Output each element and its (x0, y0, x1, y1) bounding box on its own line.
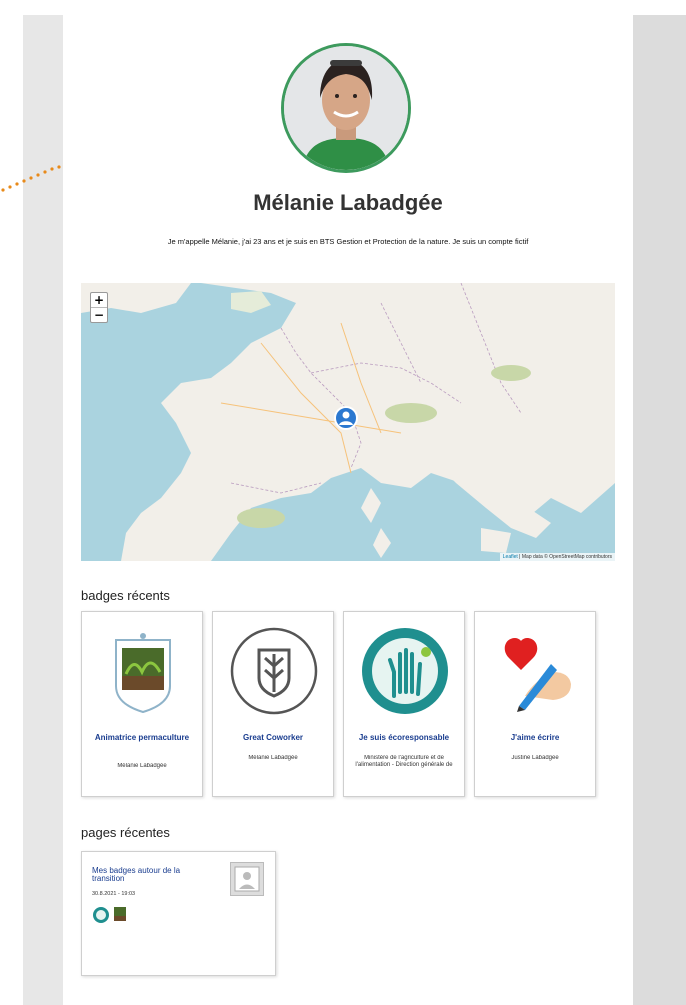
author-avatar (230, 862, 264, 896)
attribution-text: | Map data © OpenStreetMap contributors (517, 554, 612, 560)
garden-shield-icon (115, 633, 171, 714)
badges-section-title: badges récents (81, 588, 170, 603)
eco-hand-icon (362, 628, 448, 714)
badge-card[interactable]: Animatrice permaculture Mélanie Labadgée (81, 611, 203, 797)
leaflet-link[interactable]: Leaflet (503, 554, 518, 560)
badge-title[interactable]: Great Coworker (217, 733, 329, 742)
profile-avatar (281, 43, 411, 173)
location-marker-icon[interactable] (334, 406, 358, 430)
map-attribution: Leaflet | Map data © OpenStreetMap contr… (499, 553, 615, 561)
badge-title[interactable]: Je suis écoresponsable (348, 733, 460, 742)
badge-owner: Justine Labadgee (511, 755, 559, 761)
person-portrait-icon (284, 46, 408, 170)
pages-section-title: pages récentes (81, 825, 170, 840)
zoom-out-button[interactable]: − (91, 307, 107, 322)
profile-name: Mélanie Labadgée (253, 190, 443, 215)
zoom-in-button[interactable]: + (91, 293, 107, 307)
badge-card[interactable]: Je suis écoresponsable Ministère de l'ag… (343, 611, 465, 797)
user-placeholder-icon (234, 866, 260, 892)
badge-card[interactable]: Great Coworker Mélanie Labadgée (212, 611, 334, 797)
page-meta: 30.8.2021 - 19:03 (92, 891, 136, 897)
page-badges-thumbnails (93, 907, 126, 923)
badge-owner: Ministère de l'agriculture et de l'alime… (355, 755, 453, 768)
right-scroll-rail[interactable] (633, 15, 686, 1005)
badge-owner: Mélanie Labadgée (248, 755, 298, 761)
page-card[interactable]: Mes badges autour de la transition 30.8.… (81, 851, 276, 976)
leaf-emblem-icon (230, 627, 318, 715)
badge-title[interactable]: J'aime écrire (479, 733, 591, 742)
badge-title[interactable]: Animatrice permaculture (86, 733, 198, 742)
profile-bio: Je m'appelle Mélanie, j'ai 23 ans et je … (167, 237, 529, 246)
heart-pen-icon (504, 638, 571, 712)
profile-page: Mélanie Labadgée Je m'appelle Mélanie, j… (63, 15, 633, 1005)
badge-owner: Mélanie Labadgée (117, 763, 167, 769)
eco-hand-icon (93, 907, 109, 923)
map-zoom-control: + − (90, 292, 108, 323)
page-title[interactable]: Mes badges autour de la transition (92, 867, 202, 883)
garden-shield-icon (114, 907, 126, 921)
badge-card[interactable]: J'aime écrire Justine Labadgee (474, 611, 596, 797)
location-map[interactable]: + − Leaflet | Map data © OpenStreetMap c… (81, 283, 615, 561)
